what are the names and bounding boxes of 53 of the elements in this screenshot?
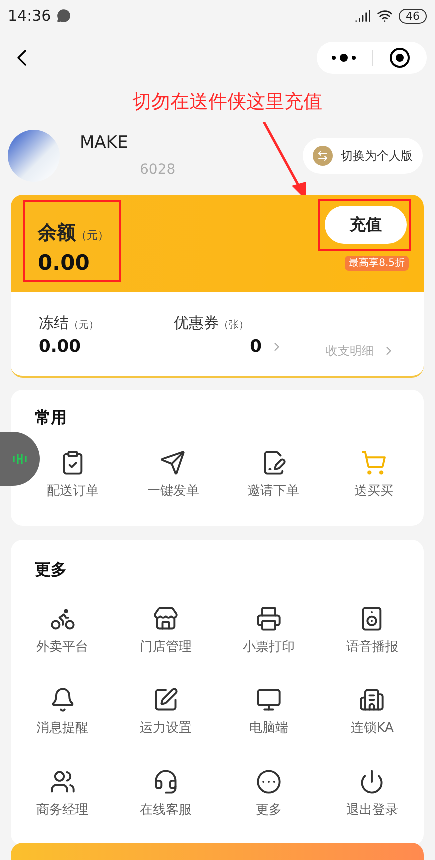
- monitor-icon: [256, 687, 282, 713]
- sound-wave-icon: [13, 453, 27, 465]
- shortcut-item[interactable]: 商务经理: [36, 764, 89, 824]
- stat-label: 冻结: [39, 313, 69, 334]
- more-icon: [256, 768, 282, 794]
- section-title: 常用: [34, 407, 68, 429]
- bell-icon: [50, 687, 76, 713]
- stat-unit: （张）: [219, 318, 249, 333]
- cart-icon: [360, 450, 387, 476]
- section-title: 更多: [34, 558, 68, 580]
- annotation-text: 切勿在送件侠这里充值: [132, 90, 322, 115]
- chat-icon: [57, 9, 72, 23]
- user-name: MAKE: [80, 132, 130, 155]
- shortcut-item[interactable]: 语音播报: [346, 602, 398, 661]
- printer-icon: [256, 606, 282, 632]
- people-icon: [50, 768, 76, 794]
- capsule-menu[interactable]: [317, 42, 427, 74]
- balance-unit: （元）: [76, 228, 109, 244]
- signal-icon: [355, 8, 371, 24]
- paper-plane-icon: [160, 450, 186, 476]
- stat-value: 0: [250, 336, 262, 358]
- shortcut-item[interactable]: 邀请下单: [248, 446, 300, 506]
- stat-label: 优惠券: [174, 313, 219, 334]
- shortcut-item[interactable]: 连锁KA: [350, 683, 394, 742]
- wifi-icon: [377, 8, 393, 24]
- form-icon: [152, 687, 179, 713]
- shortcut-item[interactable]: 退出登录: [346, 764, 398, 824]
- balance-value: 0.00: [38, 250, 91, 276]
- shortcut-item[interactable]: 外卖平台: [36, 602, 89, 661]
- shortcut-item[interactable]: 运力设置: [140, 683, 192, 742]
- phone-number: 6028: [139, 161, 176, 180]
- shortcut-item[interactable]: 更多: [256, 764, 282, 824]
- discount-badge: 最高享8.5折: [345, 256, 409, 271]
- shortcut-item[interactable]: 在线客服: [140, 764, 192, 824]
- shortcut-item[interactable]: 送买买: [354, 446, 394, 506]
- battery-level: 46: [399, 8, 427, 24]
- shortcut-item[interactable]: 门店管理: [140, 602, 192, 661]
- building-icon: [359, 687, 386, 713]
- shortcut-item[interactable]: 一键发单: [147, 446, 200, 506]
- stat-unit: （元）: [69, 319, 99, 333]
- switch-version-button[interactable]: 切换为个人版: [303, 138, 423, 174]
- headset-icon: [152, 768, 179, 794]
- power-icon: [359, 768, 386, 794]
- recharge-button[interactable]: 充值: [325, 206, 407, 244]
- balance-label: 余额: [38, 221, 76, 246]
- shortcut-item[interactable]: 配送订单: [47, 446, 100, 506]
- store-icon: [152, 606, 179, 632]
- shortcut-item[interactable]: 电脑端: [250, 683, 289, 742]
- shortcut-item[interactable]: 消息提醒: [36, 683, 89, 742]
- shortcut-item[interactable]: 小票打印: [243, 602, 296, 661]
- stat-value: 0.00: [39, 336, 81, 358]
- status-time: 14:36: [8, 6, 52, 27]
- swap-icon: [313, 146, 333, 166]
